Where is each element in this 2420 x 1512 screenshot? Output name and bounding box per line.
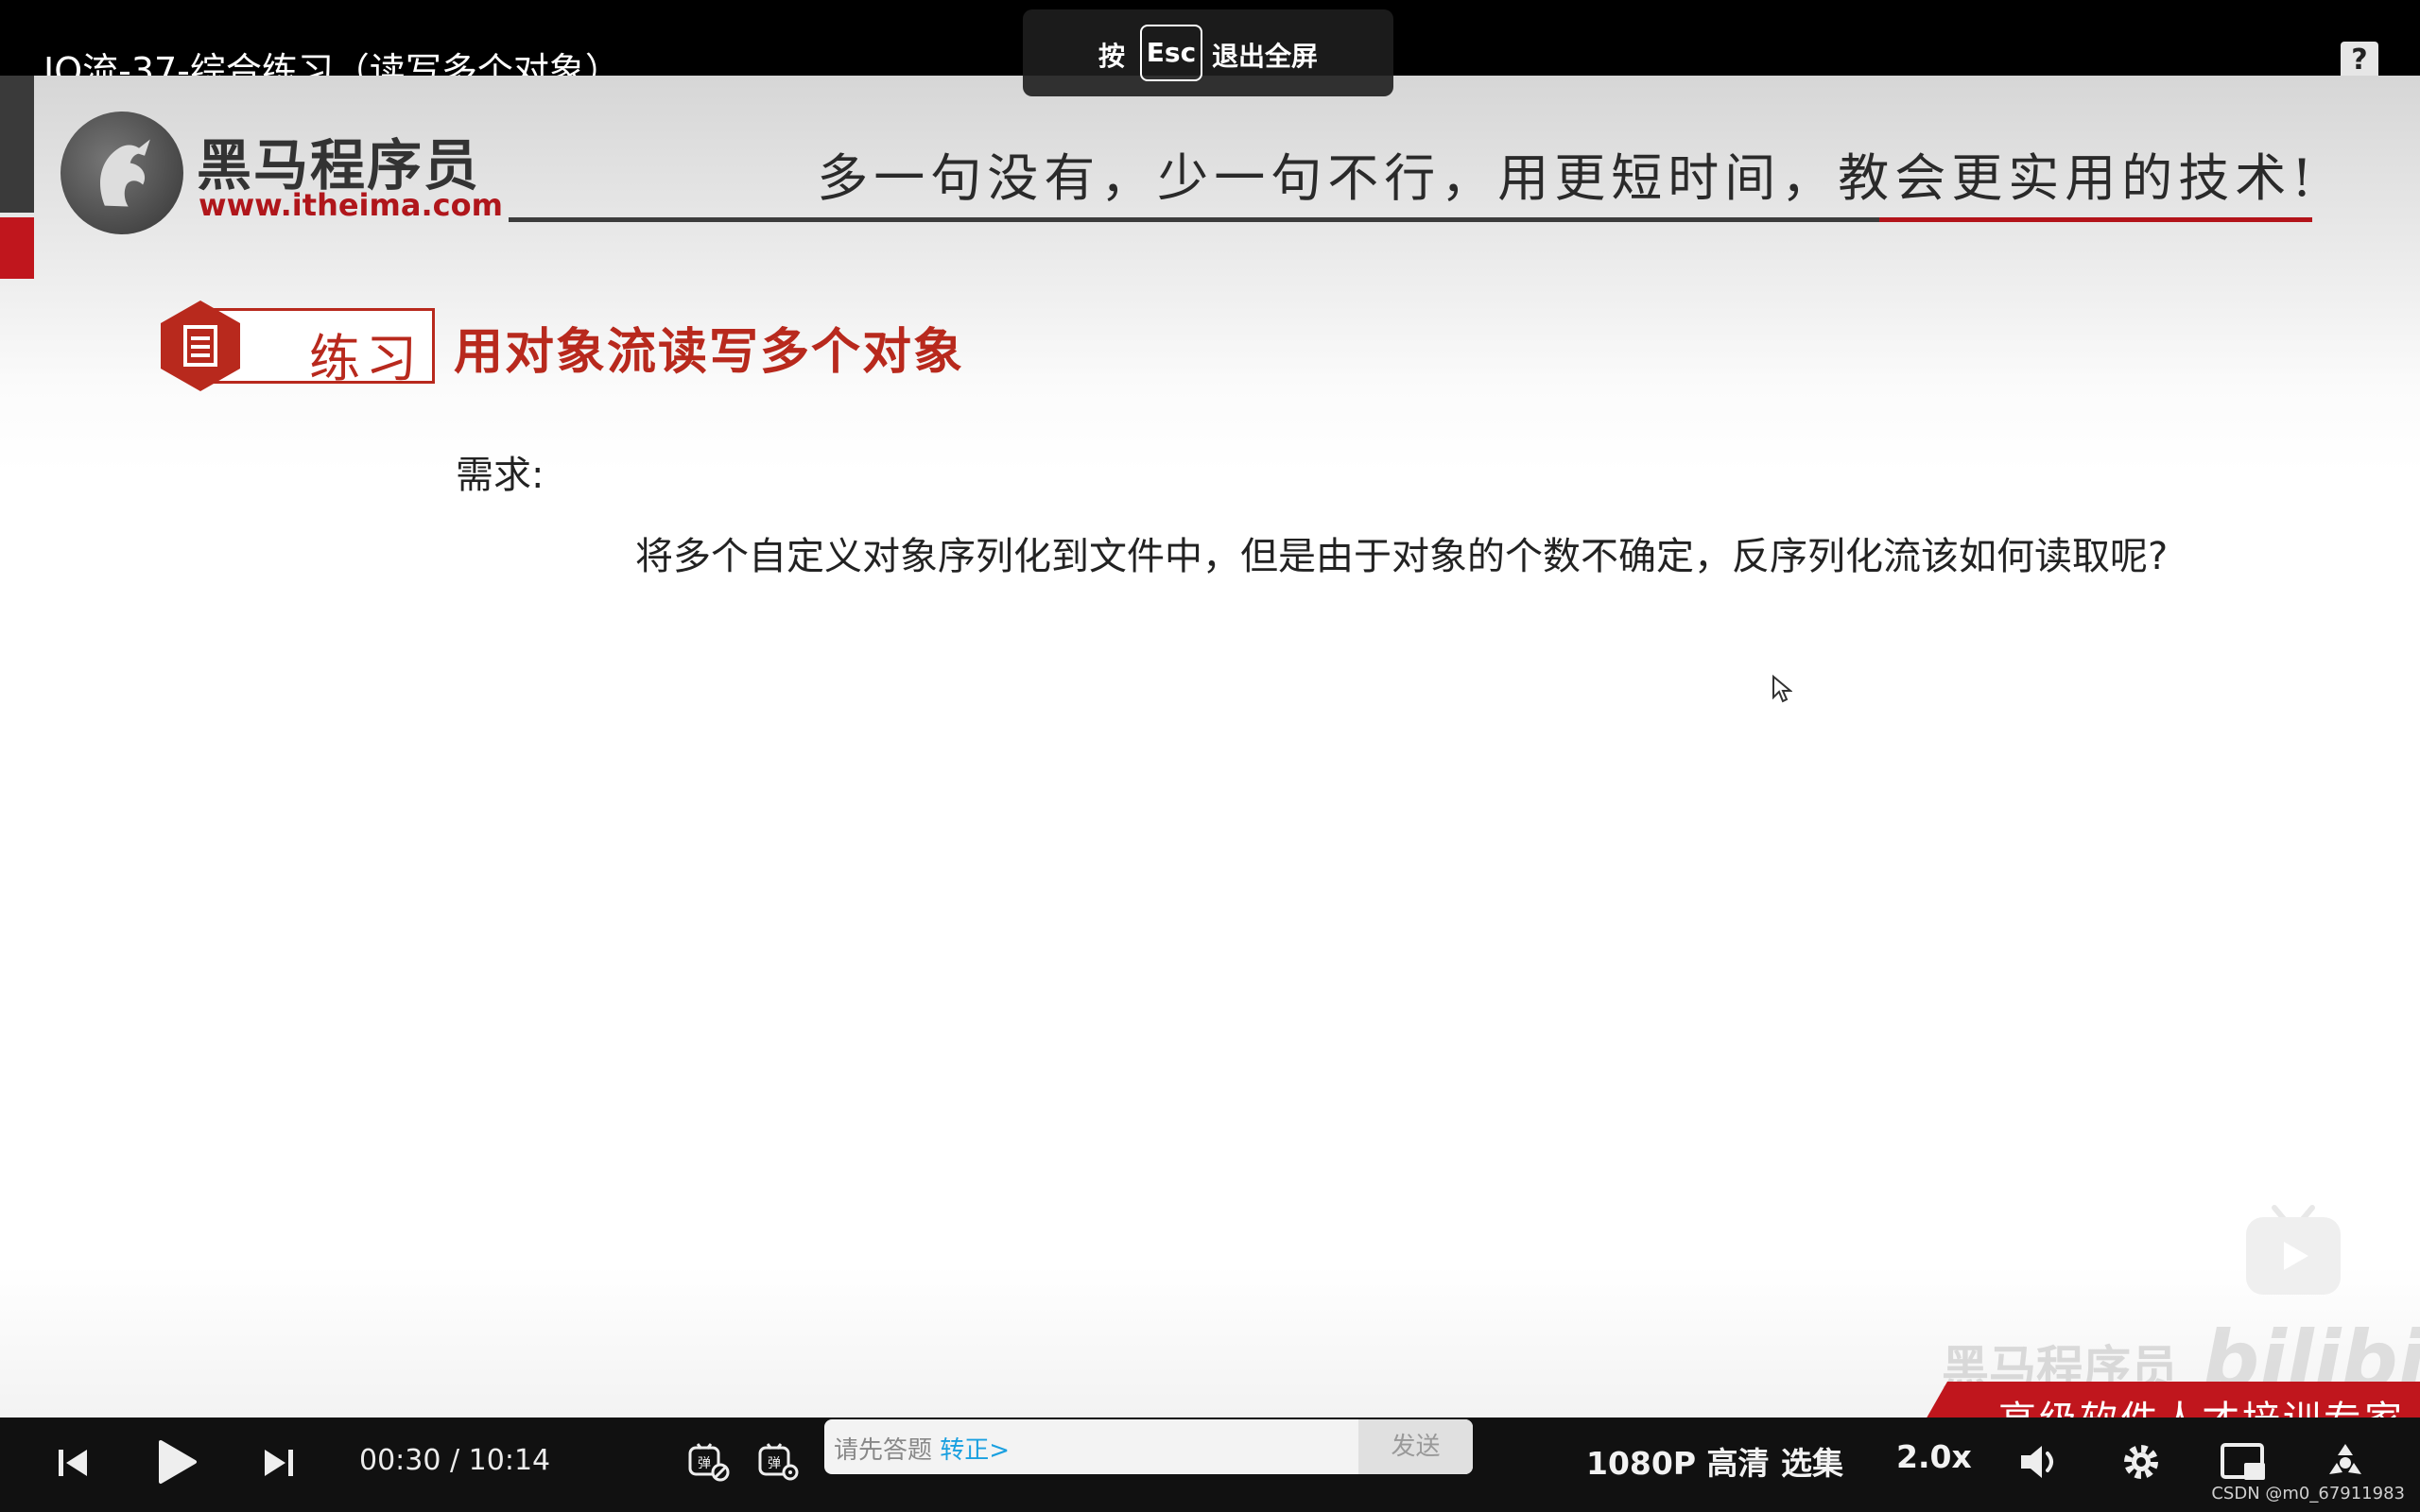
requirement-label: 需求: (456, 454, 544, 497)
slide-motto: 多一句没有，少一句不行，用更短时间，教会更实用的技术! (817, 148, 2318, 208)
danmaku-input[interactable]: 请先答题 转正> 发送 (824, 1419, 1473, 1474)
requirement-text: 将多个自定义对象序列化到文件中，但是由于对象的个数不确定，反序列化流该如何读取呢… (635, 535, 2169, 578)
picture-in-picture-icon[interactable] (2220, 1440, 2267, 1484)
bilibili-tv-icon (2246, 1205, 2341, 1295)
slide-left-accent (0, 217, 34, 279)
episodes-button[interactable]: 选集 (1781, 1438, 1843, 1484)
previous-icon[interactable] (55, 1444, 93, 1482)
svg-text:弹: 弹 (698, 1456, 711, 1471)
motto-underline (509, 217, 1879, 222)
next-icon[interactable] (259, 1444, 297, 1482)
player-controls: 00:30 / 10:14 弹 弹 请先答题 转正> 发送 1080P 高清 选… (0, 1418, 2420, 1512)
esc-key: Esc (1140, 25, 1202, 81)
exit-fullscreen-hint: 按 Esc 退出全屏 (1023, 9, 1393, 96)
time-separator: / (450, 1444, 460, 1477)
motto-underline-accent (1879, 217, 2312, 222)
danmaku-placeholder-text: 请先答题 (834, 1436, 933, 1465)
esc-hint-prefix: 按 (1098, 41, 1126, 72)
duration: 10:14 (468, 1444, 551, 1477)
logo-url: www.itheima.com (199, 187, 503, 223)
danmaku-settings-icon[interactable]: 弹 (756, 1440, 800, 1484)
quality-button[interactable]: 1080P 高清 (1586, 1438, 1770, 1484)
settings-gear-icon[interactable] (2118, 1438, 2165, 1486)
play-icon[interactable] (155, 1438, 199, 1486)
danmaku-toggle-icon[interactable]: 弹 (686, 1440, 730, 1484)
itheima-logo: 黑马程序员 www.itheima.com (57, 112, 503, 234)
svg-text:弹: 弹 (768, 1456, 781, 1471)
fullscreen-icon[interactable] (2322, 1438, 2369, 1486)
send-button[interactable]: 发送 (1358, 1419, 1473, 1474)
speed-button[interactable]: 2.0x (1896, 1438, 1972, 1475)
time-display: 00:30 / 10:14 (359, 1444, 550, 1477)
document-icon (161, 301, 240, 391)
slide-left-strip (0, 76, 34, 213)
become-member-link[interactable]: 转正> (940, 1436, 1010, 1465)
help-button[interactable]: ? (2341, 42, 2378, 79)
volume-icon[interactable] (2017, 1440, 2061, 1484)
current-time: 00:30 (359, 1444, 441, 1477)
csdn-credit: CSDN @m0_67911983 (2211, 1484, 2405, 1503)
slide-area: 黑马程序员 www.itheima.com 多一句没有，少一句不行，用更短时间，… (0, 76, 2420, 1427)
esc-hint-suffix: 退出全屏 (1212, 41, 1319, 72)
exercise-label: 练习 (309, 329, 423, 388)
danmaku-placeholder: 请先答题 转正> (834, 1431, 1010, 1466)
slide-heading: 用对象流读写多个对象 (454, 324, 965, 381)
horse-icon (100, 139, 150, 207)
mouse-cursor-icon (1772, 675, 1792, 703)
